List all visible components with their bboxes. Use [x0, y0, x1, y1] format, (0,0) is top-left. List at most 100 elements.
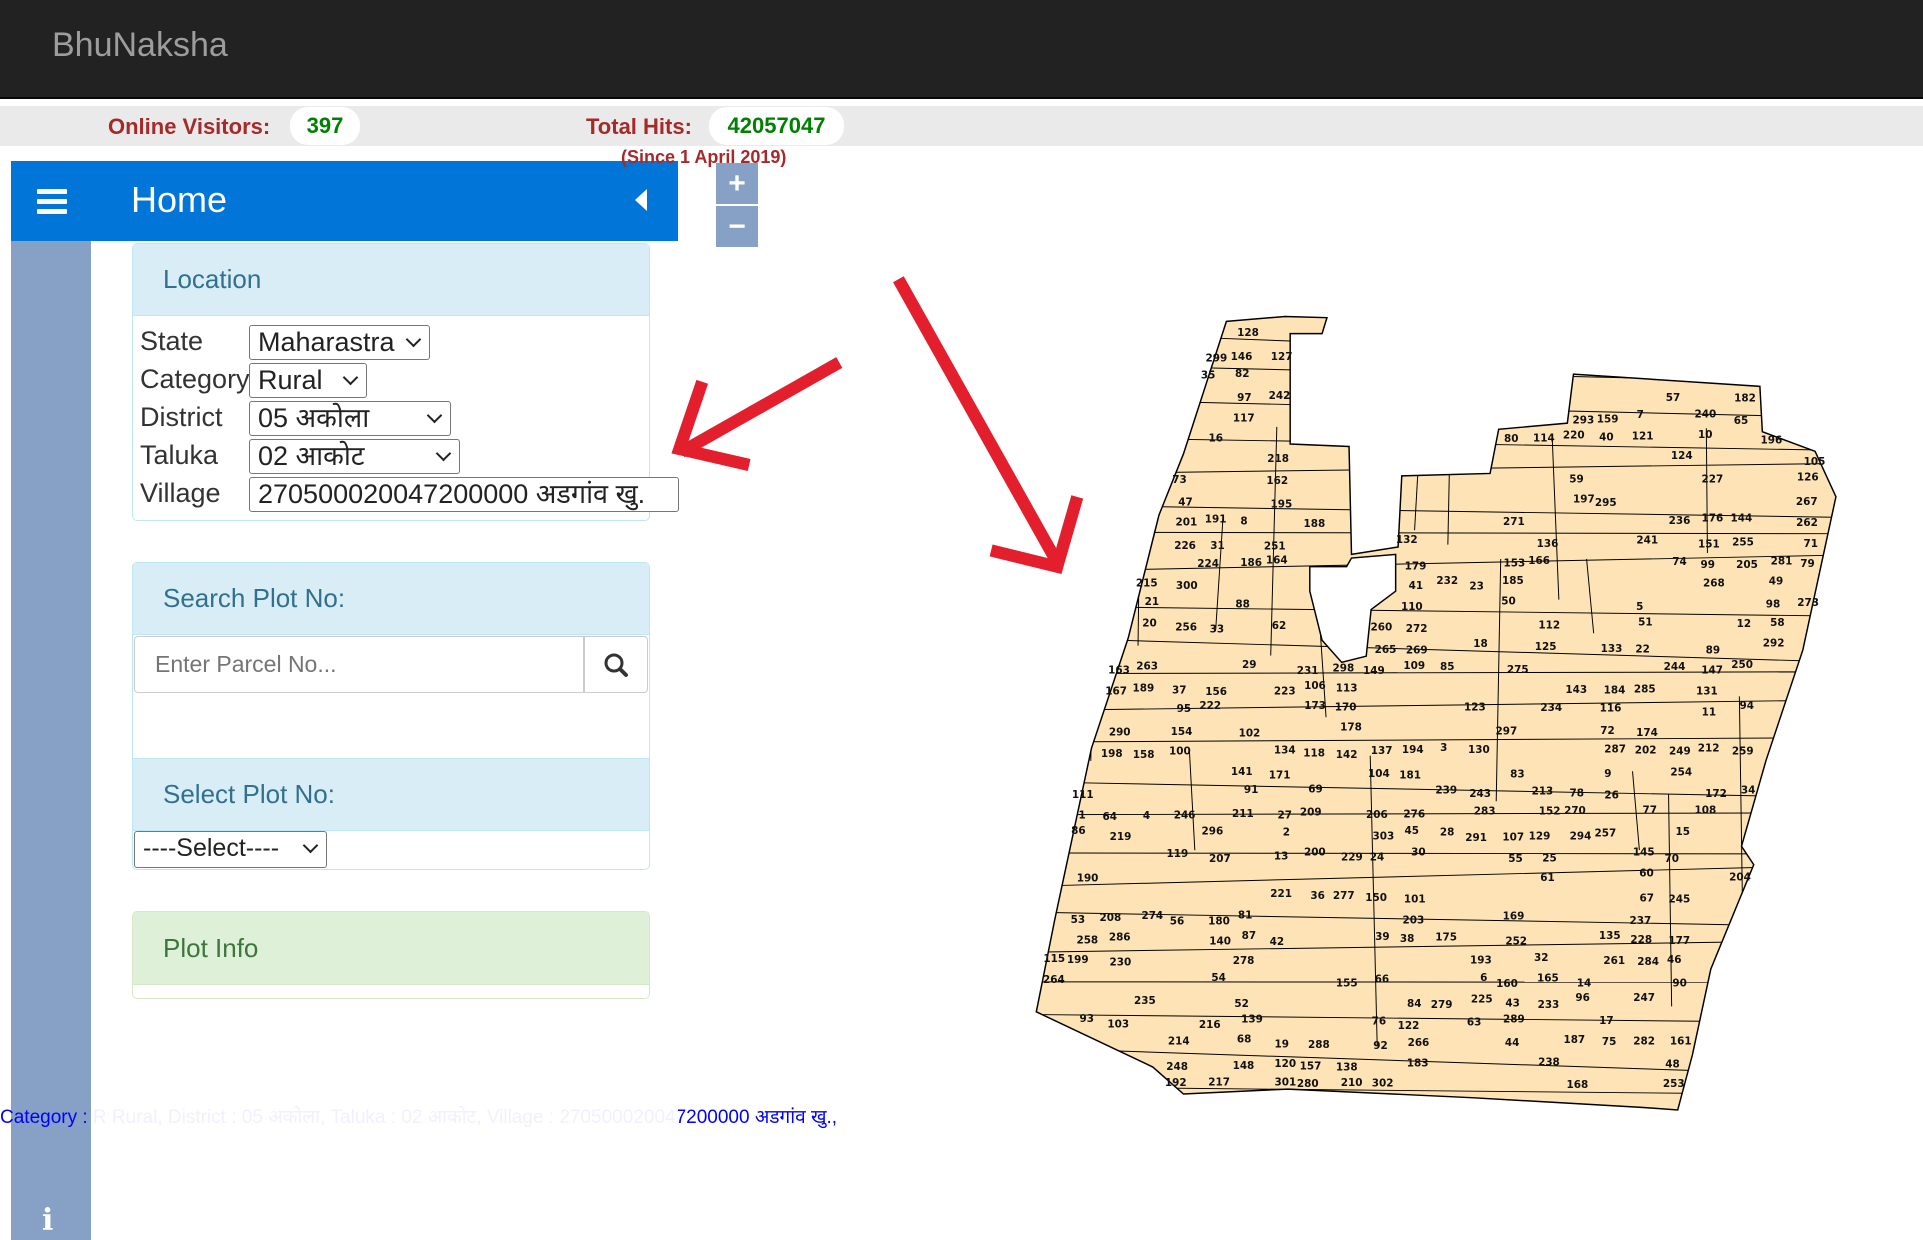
plot-number-label[interactable]: 253 — [1663, 1078, 1685, 1090]
plot-number-label[interactable]: 56 — [1170, 915, 1184, 927]
plot-number-label[interactable]: 117 — [1233, 413, 1255, 425]
plot-number-label[interactable]: 84 — [1407, 998, 1421, 1010]
plot-number-label[interactable]: 242 — [1269, 390, 1291, 402]
plot-number-label[interactable]: 277 — [1333, 890, 1355, 902]
plot-number-label[interactable]: 231 — [1297, 665, 1319, 677]
plot-number-label[interactable]: 201 — [1176, 516, 1198, 528]
plot-number-label[interactable]: 13 — [1274, 851, 1288, 863]
plot-number-label[interactable]: 50 — [1501, 596, 1515, 608]
plot-number-label[interactable]: 108 — [1695, 804, 1717, 816]
plot-number-label[interactable]: 232 — [1436, 575, 1458, 587]
plot-number-label[interactable]: 82 — [1235, 368, 1249, 380]
plot-number-label[interactable]: 10 — [1698, 429, 1712, 441]
plot-number-label[interactable]: 9 — [1604, 768, 1611, 780]
plot-number-label[interactable]: 269 — [1406, 644, 1428, 656]
plot-number-label[interactable]: 285 — [1634, 684, 1656, 696]
plot-number-label[interactable]: 159 — [1597, 413, 1619, 425]
plot-number-label[interactable]: 47 — [1178, 496, 1192, 508]
plot-number-label[interactable]: 270 — [1564, 805, 1586, 817]
plot-number-label[interactable]: 188 — [1303, 518, 1325, 530]
plot-number-label[interactable]: 111 — [1072, 789, 1094, 801]
plot-number-label[interactable]: 296 — [1202, 825, 1224, 837]
plot-number-label[interactable]: 155 — [1336, 978, 1358, 990]
plot-number-label[interactable]: 204 — [1729, 871, 1751, 883]
plot-number-label[interactable]: 254 — [1670, 767, 1692, 779]
plot-number-label[interactable]: 170 — [1335, 702, 1357, 714]
plot-number-label[interactable]: 228 — [1630, 934, 1652, 946]
plot-number-label[interactable]: 200 — [1304, 846, 1326, 858]
plot-number-label[interactable]: 8 — [1240, 516, 1247, 528]
plot-number-label[interactable]: 243 — [1469, 788, 1491, 800]
plot-number-label[interactable]: 19 — [1274, 1038, 1288, 1050]
plot-number-label[interactable]: 44 — [1505, 1037, 1519, 1049]
plot-number-label[interactable]: 259 — [1732, 745, 1754, 757]
plot-number-label[interactable]: 45 — [1404, 825, 1418, 837]
plot-number-label[interactable]: 151 — [1698, 538, 1720, 550]
plot-number-label[interactable]: 27 — [1278, 809, 1292, 821]
plot-number-label[interactable]: 193 — [1470, 955, 1492, 967]
plot-number-label[interactable]: 73 — [1172, 474, 1186, 486]
plot-number-label[interactable]: 168 — [1567, 1079, 1589, 1091]
plot-number-label[interactable]: 152 — [1539, 806, 1561, 818]
plot-number-label[interactable]: 289 — [1503, 1014, 1525, 1026]
plot-number-label[interactable]: 245 — [1669, 894, 1691, 906]
plot-number-label[interactable]: 189 — [1133, 682, 1155, 694]
plot-number-label[interactable]: 185 — [1502, 575, 1524, 587]
plot-number-label[interactable]: 57 — [1666, 392, 1680, 404]
plot-number-label[interactable]: 183 — [1407, 1058, 1429, 1070]
plot-number-label[interactable]: 88 — [1235, 599, 1249, 611]
plot-number-label[interactable]: 279 — [1431, 999, 1453, 1011]
plot-number-label[interactable]: 288 — [1308, 1039, 1330, 1051]
plot-number-label[interactable]: 28 — [1440, 827, 1454, 839]
plot-number-label[interactable]: 292 — [1763, 638, 1785, 650]
plot-number-label[interactable]: 216 — [1199, 1019, 1221, 1031]
plot-number-label[interactable]: 100 — [1169, 745, 1191, 757]
plot-number-label[interactable]: 237 — [1630, 915, 1652, 927]
plot-number-label[interactable]: 293 — [1573, 414, 1595, 426]
plot-number-label[interactable]: 150 — [1365, 892, 1387, 904]
plot-number-label[interactable]: 157 — [1300, 1060, 1322, 1072]
plot-number-label[interactable]: 23 — [1469, 580, 1483, 592]
plot-number-label[interactable]: 34 — [1741, 784, 1755, 796]
plot-number-label[interactable]: 76 — [1372, 1016, 1386, 1028]
plot-number-label[interactable]: 107 — [1502, 832, 1524, 844]
plot-number-label[interactable]: 97 — [1237, 392, 1251, 404]
plot-number-label[interactable]: 161 — [1670, 1035, 1692, 1047]
plot-number-label[interactable]: 42 — [1270, 936, 1284, 948]
plot-number-label[interactable]: 25 — [1542, 852, 1556, 864]
category-select[interactable]: Rural — [249, 363, 367, 398]
plot-number-label[interactable]: 29 — [1242, 659, 1256, 671]
plot-number-label[interactable]: 194 — [1402, 744, 1424, 756]
plot-number-label[interactable]: 102 — [1239, 728, 1261, 740]
plot-number-label[interactable]: 190 — [1077, 873, 1099, 885]
plot-number-label[interactable]: 266 — [1408, 1037, 1430, 1049]
plot-number-label[interactable]: 99 — [1701, 559, 1715, 571]
plot-number-label[interactable]: 163 — [1108, 665, 1130, 677]
plot-number-label[interactable]: 105 — [1804, 456, 1826, 468]
plot-number-label[interactable]: 278 — [1233, 955, 1255, 967]
plot-number-label[interactable]: 172 — [1705, 788, 1727, 800]
plot-number-label[interactable]: 169 — [1503, 910, 1525, 922]
plot-number-label[interactable]: 137 — [1371, 745, 1393, 757]
plot-number-label[interactable]: 268 — [1703, 578, 1725, 590]
plot-number-label[interactable]: 214 — [1168, 1036, 1190, 1048]
zoom-in-button[interactable]: + — [716, 163, 758, 204]
taluka-select[interactable]: 02 आकोट — [249, 439, 460, 474]
plot-number-label[interactable]: 5 — [1636, 601, 1643, 613]
plot-number-label[interactable]: 229 — [1341, 852, 1363, 864]
plot-number-label[interactable]: 215 — [1136, 578, 1158, 590]
plot-select[interactable]: ----Select---- — [134, 831, 327, 868]
plot-number-label[interactable]: 244 — [1664, 661, 1686, 673]
plot-number-label[interactable]: 63 — [1467, 1016, 1481, 1028]
plot-number-label[interactable]: 156 — [1205, 686, 1227, 698]
plot-number-label[interactable]: 149 — [1363, 665, 1385, 677]
plot-number-label[interactable]: 35 — [1201, 369, 1215, 381]
plot-number-label[interactable]: 178 — [1340, 721, 1362, 733]
plot-number-label[interactable]: 122 — [1398, 1020, 1420, 1032]
plot-number-label[interactable]: 284 — [1637, 956, 1659, 968]
plot-number-label[interactable]: 273 — [1797, 597, 1819, 609]
plot-number-label[interactable]: 41 — [1409, 580, 1423, 592]
hamburger-icon[interactable] — [37, 189, 67, 219]
plot-number-label[interactable]: 75 — [1602, 1036, 1616, 1048]
plot-number-label[interactable]: 197 — [1573, 494, 1595, 506]
